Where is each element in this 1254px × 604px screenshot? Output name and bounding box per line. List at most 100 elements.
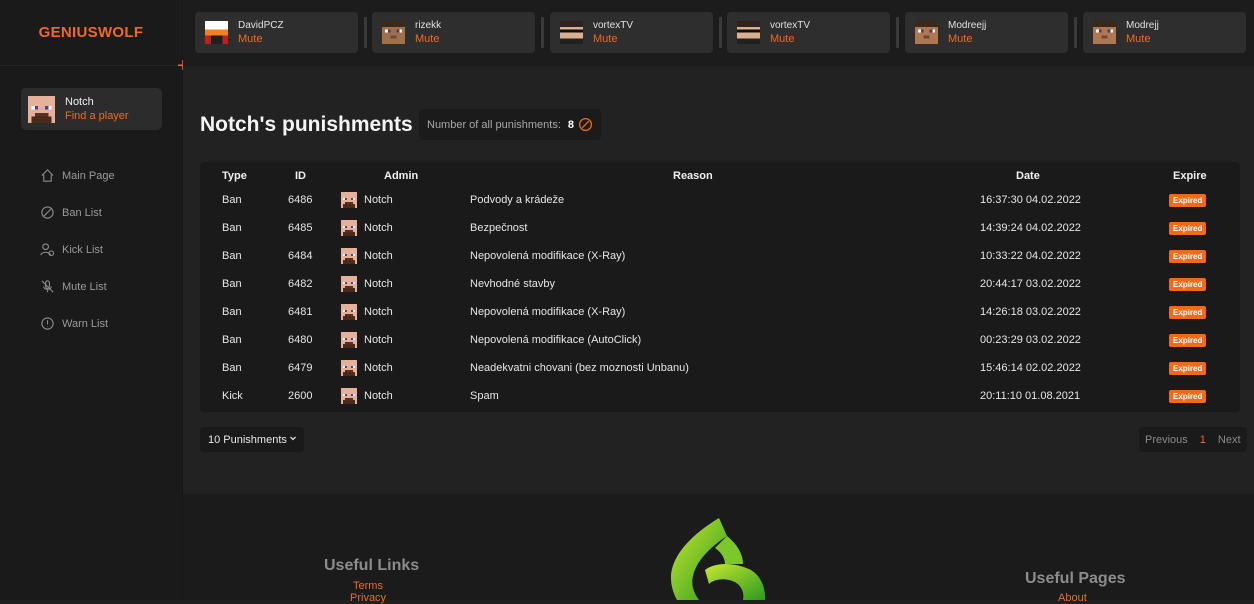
footer-logo [671,518,766,600]
admin-avatar [341,276,357,292]
sidebar-item-kick-list[interactable]: Kick List [40,231,115,268]
player-avatar [915,21,938,44]
cell-reason: Nevhodné stavby [470,278,555,290]
expired-badge: Expired [1169,361,1207,375]
cell-reason: Spam [470,390,499,402]
mute-link[interactable]: Mute [415,33,441,45]
cell-date: 14:26:18 03.02.2022 [980,306,1081,318]
mute-link[interactable]: Mute [948,33,986,45]
punishment-count-badge: Number of all punishments: 8 [419,109,602,140]
cell-date: 15:46:14 02.02.2022 [980,362,1081,374]
cell-admin[interactable]: Notch [341,242,393,270]
cell-id: 6481 [288,306,313,318]
useful-pages-title: Useful Pages [1025,570,1126,587]
player-card[interactable]: DavidPCZ Mute [195,12,358,53]
table-row: Ban 6480 Notch Nepovolená modifikace (AutoC… [200,326,1240,354]
sidebar-item-main-page[interactable]: Main Page [40,157,115,194]
sidebar-item-ban-list[interactable]: Ban List [40,194,115,231]
cell-type: Ban [222,194,242,206]
admin-avatar [341,388,357,404]
home-icon [41,169,54,182]
cell-reason: Podvody a krádeže [470,194,565,206]
table-row: Ban 6479 Notch Neadekvatni chovani (bez moz… [200,354,1240,382]
player-card[interactable]: rizekk Mute [372,12,535,53]
cell-expire: Expired [1169,214,1207,242]
recent-players-bar: DavidPCZ Mute rizekk Mute vortexTV Mute vor… [183,0,1254,66]
admin-name: Notch [364,278,393,290]
player-avatar [1093,21,1116,44]
cell-type: Ban [222,362,242,374]
sidebar-item-label: Ban List [62,206,102,219]
per-page-value: 10 Punishments [208,433,287,446]
about-link[interactable]: About [1058,592,1087,604]
table-row: Ban 6486 Notch Podvody a krádeže 16:37:30 04… [200,186,1240,214]
current-page[interactable]: 1 [1194,434,1212,446]
cell-type: Kick [222,390,243,402]
sidebar-nav: Main Page Ban List Kick List Mute List W… [40,157,115,342]
cell-admin[interactable]: Notch [341,326,393,354]
previous-page-button[interactable]: Previous [1139,434,1194,446]
count-value: 8 [567,118,575,131]
mute-link[interactable]: Mute [770,33,810,45]
cell-admin[interactable]: Notch [341,382,393,410]
expired-badge: Expired [1169,333,1207,347]
player-card[interactable]: Modreejj Mute [905,12,1068,53]
admin-avatar [341,248,357,264]
sidebar-item-mute-list[interactable]: Mute List [40,268,115,305]
cell-admin[interactable]: Notch [341,214,393,242]
next-page-button[interactable]: Next [1212,434,1247,446]
cell-date: 16:37:30 04.02.2022 [980,194,1081,206]
sidebar-item-label: Warn List [62,317,109,330]
table-row: Ban 6484 Notch Nepovolená modifikace (X-Ray… [200,242,1240,270]
admin-name: Notch [364,362,393,374]
per-page-select[interactable]: 10 Punishments [200,427,304,452]
cell-expire: Expired [1169,186,1207,214]
find-player-link[interactable]: Find a player [65,110,129,122]
cell-reason: Nepovolená modifikace (AutoClick) [470,334,642,346]
sidebar-item-label: Main Page [62,169,115,182]
cell-admin[interactable]: Notch [341,270,393,298]
table-row: Kick 2600 Notch Spam 20:11:10 01.08.2021 Expi… [200,382,1240,410]
sidebar: GENIUSWOLF Notch Find a player Main Page… [0,0,183,600]
player-card[interactable]: vortexTV Mute [550,12,713,53]
site-logo[interactable]: GENIUSWOLF [0,0,182,66]
cell-admin[interactable]: Notch [341,298,393,326]
sidebar-item-warn-list[interactable]: Warn List [40,305,115,342]
divider [541,17,544,48]
punishments-table: Type ID Admin Reason Date Expire Ban 6486… [200,162,1240,412]
admin-avatar [341,192,357,208]
admin-name: Notch [364,222,393,234]
cell-type: Ban [222,222,242,234]
expired-badge: Expired [1169,249,1207,263]
player-card[interactable]: Modrejj Mute [1083,12,1246,53]
player-name: rizekk [415,20,442,31]
player-avatar [737,21,760,44]
mute-link[interactable]: Mute [238,33,284,45]
profile-card[interactable]: Notch Find a player [21,88,162,130]
player-name: DavidPCZ [238,20,284,31]
cell-admin[interactable]: Notch [341,186,393,214]
player-avatar [205,21,228,44]
expired-badge: Expired [1169,305,1207,319]
privacy-link[interactable]: Privacy [350,592,386,604]
cell-admin[interactable]: Notch [341,354,393,382]
cell-reason: Neadekvatni chovani (bez moznosti Unbanu… [470,362,689,374]
divider [896,17,899,48]
cell-expire: Expired [1169,326,1207,354]
cell-date: 00:23:29 03.02.2022 [980,334,1081,346]
table-row: Ban 6481 Notch Nepovolená modifikace (X-Ray… [200,298,1240,326]
mute-link[interactable]: Mute [1126,33,1159,45]
profile-name: Notch [65,96,94,108]
expired-badge: Expired [1169,389,1207,403]
page-title: Notch's punishments [200,113,413,136]
kick-user-icon [40,243,55,257]
admin-avatar [341,304,357,320]
player-card[interactable]: vortexTV Mute [727,12,890,53]
cell-expire: Expired [1169,298,1207,326]
cell-expire: Expired [1169,382,1207,410]
cell-date: 14:39:24 04.02.2022 [980,222,1081,234]
cell-reason: Nepovolená modifikace (X-Ray) [470,306,626,318]
mute-link[interactable]: Mute [593,33,633,45]
chevron-down-icon [290,436,296,441]
terms-link[interactable]: Terms [353,580,383,592]
